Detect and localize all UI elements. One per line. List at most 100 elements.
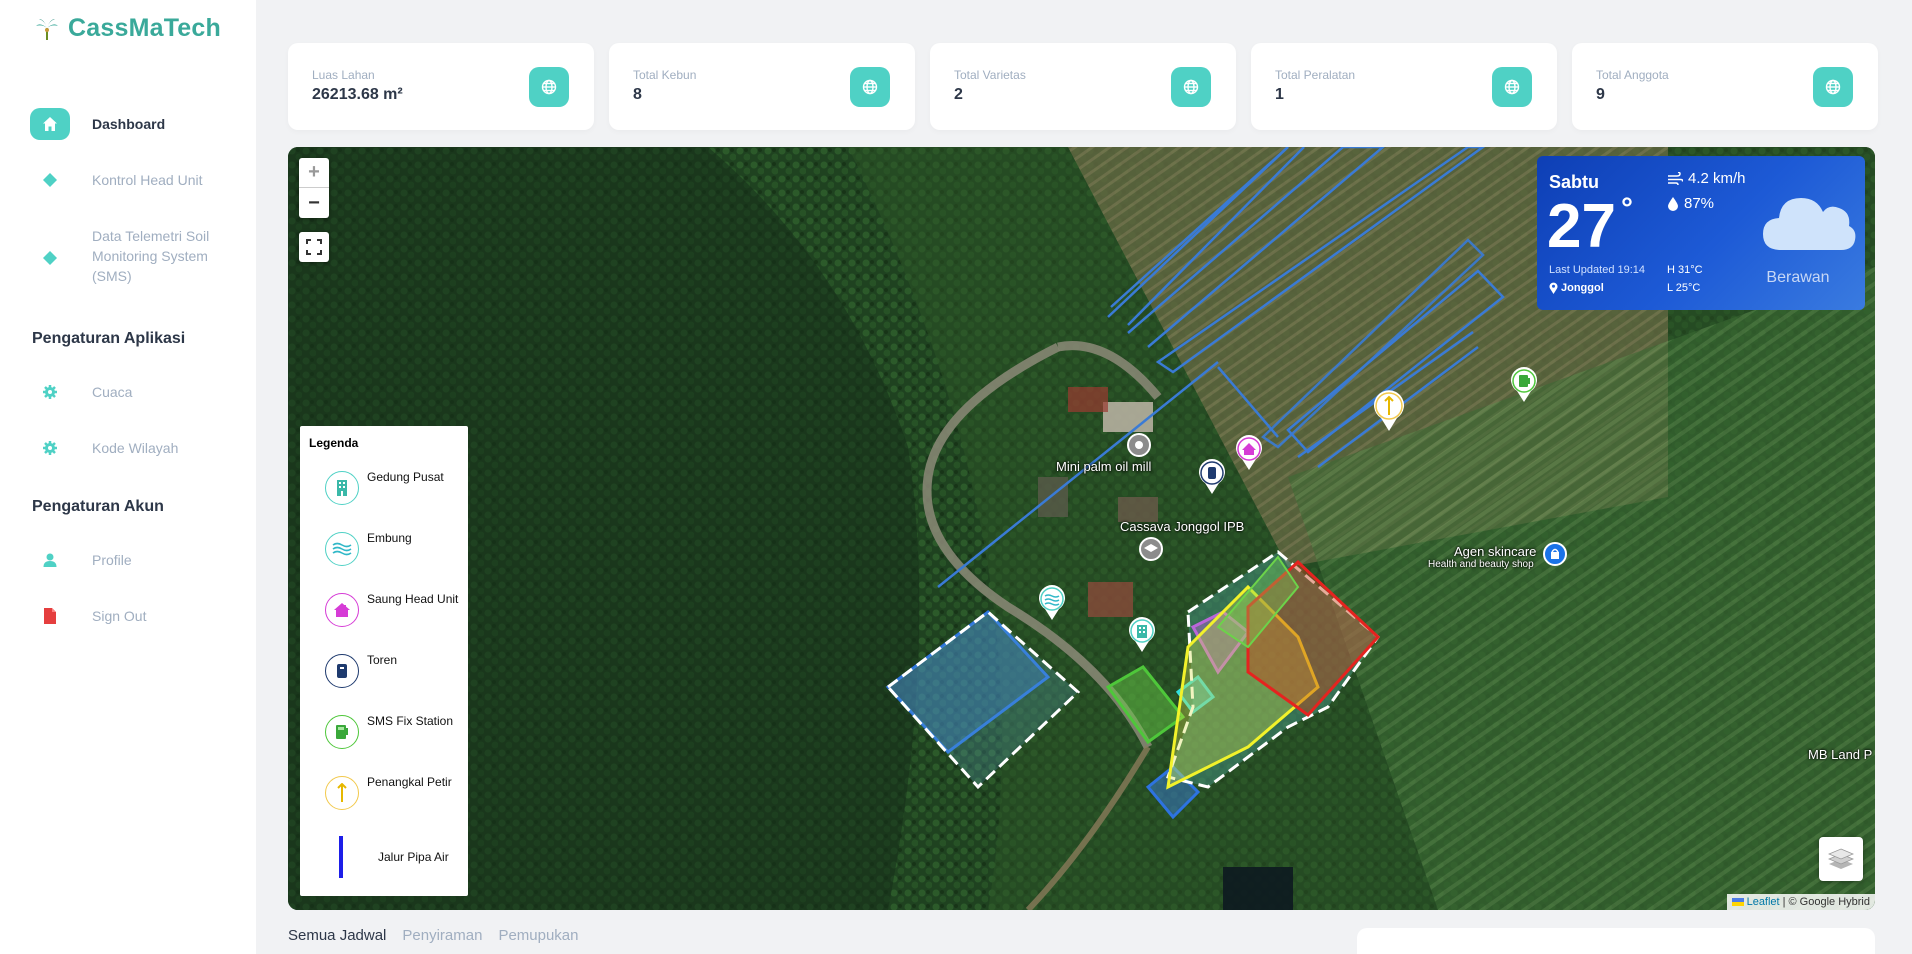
sidebar-item-cuaca[interactable]: Cuaca <box>30 376 240 432</box>
palm-logo-icon <box>36 18 58 40</box>
weather-widget: Sabtu 27 ° 4.2 km/h 87% Last Updated 19:… <box>1537 156 1865 310</box>
map-shop-pin-icon[interactable] <box>1543 542 1567 571</box>
sidebar-item-data-telemetri[interactable]: Data Telemetri Soil Monitoring System (S… <box>30 220 240 320</box>
diamond-icon <box>30 164 70 196</box>
weather-day: Sabtu <box>1549 172 1600 192</box>
globe-icon <box>1492 67 1532 107</box>
sidebar-item-label: Dashboard <box>92 116 166 132</box>
weather-degree: ° <box>1621 192 1633 225</box>
weather-location: Jonggol <box>1549 282 1604 294</box>
legend-item: Jalur Pipa Air <box>309 836 459 897</box>
sidebar-item-kode-wilayah[interactable]: Kode Wilayah <box>30 432 240 488</box>
farm-map[interactable]: Mini palm oil mill Cassava Jonggol IPB A… <box>288 147 1875 910</box>
weather-last-updated: Last Updated 19:14 <box>1549 264 1646 276</box>
weather-temperature: 27 <box>1547 192 1616 261</box>
globe-icon <box>1813 67 1853 107</box>
saung-head-unit-marker-icon[interactable] <box>1234 435 1264 476</box>
stat-label: Luas Lahan <box>312 68 375 82</box>
flag-icon <box>1731 898 1744 906</box>
zoom-control: + − <box>299 158 329 218</box>
weather-humidity-value: 87% <box>1684 195 1715 212</box>
sidebar-item-label: Cuaca <box>92 384 133 400</box>
lightning-rod-icon <box>325 776 359 810</box>
sidebar-item-kontrol-head-unit[interactable]: Kontrol Head Unit <box>30 164 240 220</box>
map-label-agen-sub: Health and beauty shop <box>1428 559 1534 570</box>
attribution-text: | © Google Hybrid <box>1782 896 1870 908</box>
sidebar-item-label: Sign Out <box>92 608 147 624</box>
sidebar-item-sign-out[interactable]: Sign Out <box>30 600 240 656</box>
zoom-in-button[interactable]: + <box>299 158 329 188</box>
stat-label: Total Varietas <box>954 68 1026 82</box>
tab-pemupukan[interactable]: Pemupukan <box>498 927 578 944</box>
embung-marker-icon[interactable] <box>1037 585 1067 626</box>
fullscreen-icon <box>306 239 322 255</box>
weather-location-name: Jonggol <box>1561 282 1604 294</box>
zoom-out-button[interactable]: − <box>299 188 329 218</box>
stat-value: 2 <box>954 86 963 103</box>
gear-icon <box>30 432 70 464</box>
map-label-cassava: Cassava Jonggol IPB <box>1120 519 1245 534</box>
stat-card-total-peralatan: Total Peralatan 1 <box>1251 43 1557 130</box>
stat-label: Total Kebun <box>633 68 697 82</box>
hut-icon <box>325 593 359 627</box>
penangkal-petir-marker-icon[interactable] <box>1371 390 1407 437</box>
stat-card-total-kebun: Total Kebun 8 <box>609 43 915 130</box>
legend-item: Embung <box>309 531 459 592</box>
weather-condition: Berawan <box>1766 269 1830 286</box>
gedung-pusat-marker-icon[interactable] <box>1127 617 1157 658</box>
layers-icon <box>1828 848 1854 869</box>
wind-icon <box>1668 171 1683 185</box>
legend-item: Saung Head Unit <box>309 592 459 653</box>
weather-low: L 25°C <box>1667 282 1701 294</box>
sidebar: CassMaTech Dashboard Kontrol Head Unit D… <box>0 0 256 954</box>
weather-wind: 4.2 km/h <box>1667 170 1746 187</box>
map-place-pin-icon[interactable] <box>1127 433 1151 462</box>
map-label-mb-land: MB Land P <box>1808 747 1873 762</box>
sidebar-item-label: Profile <box>92 552 132 568</box>
bottom-card <box>1357 928 1875 954</box>
weather-high: H 31°C <box>1667 264 1703 276</box>
legend-label: Penangkal Petir <box>367 775 452 789</box>
stat-label: Total Peralatan <box>1275 68 1356 82</box>
sidebar-item-profile[interactable]: Profile <box>30 544 240 600</box>
user-icon <box>30 544 70 576</box>
weather-humidity: 87% <box>1667 195 1714 212</box>
legend-item: SMS Fix Station <box>309 714 459 775</box>
brand-name: CassMaTech <box>68 14 221 42</box>
tab-penyiraman[interactable]: Penyiraman <box>402 927 482 944</box>
layers-button[interactable] <box>1819 837 1863 881</box>
legend-title: Legenda <box>309 436 359 450</box>
stat-value: 8 <box>633 86 642 103</box>
sms-fix-station-marker-icon[interactable] <box>1509 367 1539 408</box>
sidebar-item-dashboard[interactable]: Dashboard <box>30 108 240 164</box>
sidebar-item-label: Data Telemetri Soil Monitoring System (S… <box>92 228 210 284</box>
globe-icon <box>1171 67 1211 107</box>
brand[interactable]: CassMaTech <box>34 14 221 43</box>
map-attribution: Leaflet | © Google Hybrid <box>1726 894 1875 910</box>
cloud-icon <box>1763 198 1856 250</box>
pipe-line-icon <box>339 836 343 878</box>
leaflet-link[interactable]: Leaflet <box>1747 896 1780 908</box>
stat-label: Total Anggota <box>1596 68 1669 82</box>
home-icon <box>30 108 70 140</box>
station-icon <box>325 715 359 749</box>
stat-value: 1 <box>1275 86 1284 103</box>
map-school-pin-icon[interactable] <box>1139 537 1163 566</box>
water-icon <box>325 532 359 566</box>
tab-semua-jadwal[interactable]: Semua Jadwal <box>288 927 386 944</box>
sidebar-item-label: Kontrol Head Unit <box>92 172 203 188</box>
tank-icon <box>325 654 359 688</box>
sidebar-item-label: Kode Wilayah <box>92 440 179 456</box>
legend-item: Gedung Pusat <box>309 470 459 531</box>
legend-label: Saung Head Unit <box>367 592 459 606</box>
section-title-app: Pengaturan Aplikasi <box>32 330 186 347</box>
toren-marker-icon[interactable] <box>1197 459 1227 500</box>
document-icon <box>30 600 70 632</box>
stat-card-total-varietas: Total Varietas 2 <box>930 43 1236 130</box>
weather-wind-value: 4.2 km/h <box>1688 170 1746 187</box>
map-legend: Legenda Gedung Pusat Embung Saung Head U… <box>300 426 468 896</box>
legend-label: Toren <box>367 653 398 667</box>
stat-value: 26213.68 m² <box>312 86 403 103</box>
fullscreen-button[interactable] <box>299 232 329 262</box>
stat-value: 9 <box>1596 86 1605 103</box>
